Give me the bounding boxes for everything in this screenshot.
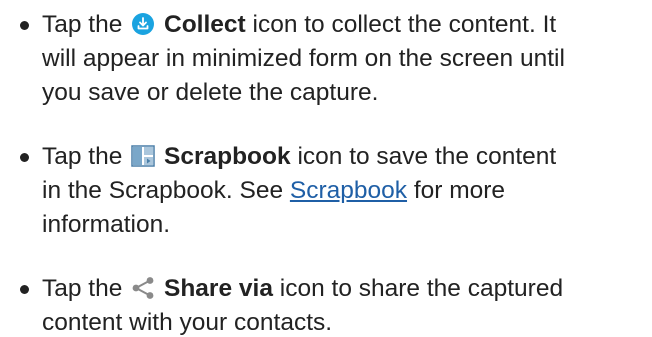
bullet-dot — [20, 21, 29, 30]
item-text: for more — [413, 177, 506, 204]
list-item-scrapbook: Tap the Scrapbook icon to save the conte… — [20, 140, 642, 242]
bullet-dot — [20, 285, 29, 294]
list-item-collect: Tap the Collect icon to collect the cont… — [20, 8, 642, 110]
instruction-document: Tap the Collect icon to collect the cont… — [0, 0, 652, 337]
item-text: will appear in minimized form on the scr… — [42, 45, 565, 72]
collect-label: Collect — [164, 11, 246, 38]
item-prefix: Tap the — [42, 143, 123, 170]
item-text: information. — [42, 211, 171, 238]
bullet-dot — [20, 153, 29, 162]
collect-icon — [131, 12, 155, 36]
item-text: content with your contacts. — [42, 309, 333, 336]
item-prefix: Tap the — [42, 11, 123, 38]
scrapbook-link[interactable]: Scrapbook — [290, 177, 407, 204]
scrapbook-label: Scrapbook — [164, 143, 291, 170]
item-text: icon to save the content — [297, 143, 557, 170]
scrapbook-icon — [131, 144, 155, 168]
item-prefix: Tap the — [42, 275, 123, 302]
item-text: in the Scrapbook. See — [42, 177, 284, 204]
share-icon — [131, 276, 155, 300]
list-item-share: Tap the Share via icon to share the capt… — [20, 272, 642, 337]
item-text: you save or delete the capture. — [42, 79, 379, 106]
item-text: icon to share the captured — [279, 275, 564, 302]
bullet-list: Tap the Collect icon to collect the cont… — [20, 8, 642, 337]
share-via-label: Share via — [164, 275, 273, 302]
item-text: icon to collect the content. It — [252, 11, 557, 38]
